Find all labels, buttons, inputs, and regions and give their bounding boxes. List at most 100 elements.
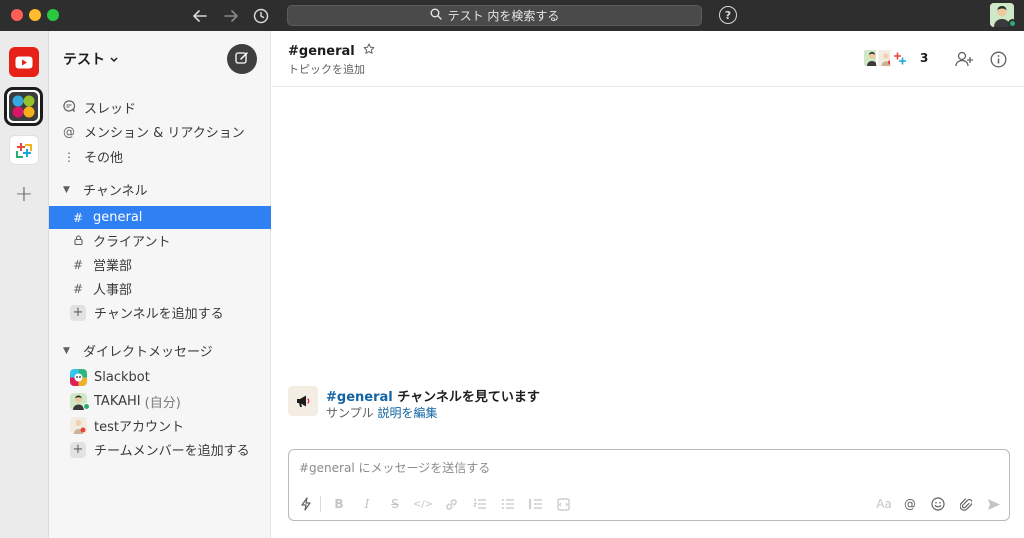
bulleted-list-icon[interactable] bbox=[498, 495, 516, 513]
workspace-youtube-icon[interactable] bbox=[9, 47, 39, 77]
megaphone-icon bbox=[288, 386, 318, 416]
channel-label: クライアント bbox=[93, 235, 171, 250]
channel-description: サンプル bbox=[326, 406, 374, 420]
channel-label: 営業部 bbox=[93, 259, 133, 274]
search-bar[interactable]: テスト 内を検索する bbox=[287, 5, 702, 26]
more-vertical-icon: ⋮ bbox=[63, 149, 75, 164]
mention-at-icon[interactable]: @ bbox=[901, 495, 919, 513]
member-count: 3 bbox=[920, 51, 929, 65]
hash-icon: # bbox=[72, 257, 84, 272]
workspace-third-icon[interactable] bbox=[9, 135, 39, 165]
section-label: チャンネル bbox=[83, 184, 148, 199]
plus-icon: + bbox=[70, 441, 86, 458]
maximize-window-button[interactable] bbox=[47, 9, 59, 21]
sidebar-item-more[interactable]: ⋮ その他 bbox=[49, 145, 271, 168]
message-input[interactable] bbox=[299, 458, 989, 478]
caret-down-icon: ▼ bbox=[63, 184, 70, 195]
code-block-icon[interactable] bbox=[554, 495, 572, 513]
attachment-paperclip-icon[interactable] bbox=[957, 495, 975, 513]
add-member-button[interactable]: + チームメンバーを追加する bbox=[49, 438, 271, 461]
blockquote-icon[interactable] bbox=[526, 495, 544, 513]
shortcuts-lightning-icon[interactable] bbox=[297, 495, 315, 513]
title-bar: テスト 内を検索する ? bbox=[0, 0, 1024, 31]
channels-section-header[interactable]: ▼ チャンネル bbox=[49, 178, 271, 201]
takahi-presence-dot bbox=[83, 403, 90, 410]
italic-icon[interactable]: I bbox=[358, 495, 376, 513]
code-icon[interactable]: </> bbox=[413, 495, 433, 513]
emoji-icon[interactable] bbox=[929, 495, 947, 513]
chevron-down-icon bbox=[110, 51, 118, 67]
sidebar-item-hr[interactable]: # 人事部 bbox=[49, 277, 271, 300]
sidebar-item-general[interactable]: # general bbox=[49, 206, 271, 229]
channel-header: #general トピックを追加 3 bbox=[272, 31, 1024, 87]
channel-intro-subtitle: サンプル 説明を編集 bbox=[326, 404, 437, 421]
sidebar-item-label: その他 bbox=[84, 151, 124, 166]
test-account-avatar bbox=[70, 417, 87, 434]
user-presence-dot bbox=[1008, 19, 1017, 28]
member-avatar bbox=[890, 48, 910, 68]
intro-title-text: チャンネルを見ています bbox=[392, 390, 540, 405]
sidebar-item-slackbot[interactable]: Slackbot bbox=[49, 366, 271, 389]
workspace-name: テスト bbox=[63, 52, 105, 68]
add-channel-button[interactable]: + チャンネルを追加する bbox=[49, 301, 271, 324]
channel-label: general bbox=[93, 210, 143, 225]
channel-topic[interactable]: トピックを追加 bbox=[288, 61, 365, 77]
add-workspace-button[interactable]: + bbox=[9, 179, 39, 209]
workspace-name-menu[interactable]: テスト bbox=[63, 49, 118, 69]
history-clock-icon[interactable] bbox=[250, 5, 272, 27]
caret-down-icon: ▼ bbox=[63, 345, 70, 356]
add-channel-label: チャンネルを追加する bbox=[94, 307, 224, 322]
channel-intro-title: #general チャンネルを見ています bbox=[326, 386, 540, 405]
channel-label: 人事部 bbox=[93, 283, 133, 298]
lock-icon bbox=[71, 234, 85, 248]
bold-icon[interactable]: B bbox=[330, 495, 348, 513]
channel-members-button[interactable]: 3 bbox=[862, 48, 928, 68]
back-arrow-icon[interactable] bbox=[189, 5, 211, 27]
dm-self-suffix: (自分) bbox=[144, 396, 181, 411]
sidebar-item-label: スレッド bbox=[84, 102, 137, 117]
search-icon bbox=[430, 8, 442, 23]
help-button[interactable]: ? bbox=[719, 6, 737, 24]
workspace-test-icon[interactable] bbox=[4, 87, 43, 126]
sidebar-item-test-account[interactable]: testアカウント bbox=[49, 414, 271, 437]
add-person-icon[interactable] bbox=[954, 49, 974, 69]
dm-label: Slackbot bbox=[94, 370, 150, 385]
at-icon: @ bbox=[63, 124, 75, 139]
sidebar-item-mentions[interactable]: @ メンション & リアクション bbox=[49, 120, 271, 143]
plus-icon: + bbox=[70, 304, 86, 321]
workspace-rail: + bbox=[0, 31, 49, 538]
sidebar-item-takahi[interactable]: TAKAHI (自分) bbox=[49, 390, 271, 413]
numbered-list-icon[interactable] bbox=[470, 495, 488, 513]
add-member-label: チームメンバーを追加する bbox=[94, 444, 250, 459]
channel-title[interactable]: #general bbox=[288, 43, 375, 59]
info-icon[interactable] bbox=[988, 49, 1008, 69]
sidebar-item-label: メンション & リアクション bbox=[84, 126, 245, 141]
slackbot-avatar bbox=[70, 369, 87, 386]
compose-pencil-icon bbox=[235, 50, 249, 69]
hash-icon: # bbox=[72, 281, 84, 296]
message-composer: B I S </> Aa @ bbox=[288, 449, 1010, 521]
strikethrough-icon[interactable]: S bbox=[386, 495, 404, 513]
forward-arrow-icon[interactable] bbox=[220, 5, 242, 27]
channel-name: #general bbox=[288, 43, 355, 59]
edit-description-link[interactable]: 説明を編集 bbox=[377, 406, 437, 420]
threads-icon bbox=[62, 100, 76, 115]
sidebar-item-threads[interactable]: スレッド bbox=[49, 96, 271, 119]
toolbar-divider bbox=[320, 496, 321, 512]
dm-section-header[interactable]: ▼ ダイレクトメッセージ bbox=[49, 339, 271, 362]
dm-label: testアカウント bbox=[94, 420, 184, 435]
compose-button[interactable] bbox=[227, 44, 257, 74]
search-placeholder: テスト 内を検索する bbox=[447, 9, 560, 23]
sidebar: テスト スレッド @ メンション & リアクション ⋮ その他 ▼ チャンネル … bbox=[49, 31, 271, 538]
minimize-window-button[interactable] bbox=[29, 9, 41, 21]
sidebar-item-sales[interactable]: # 営業部 bbox=[49, 253, 271, 276]
format-toggle-button[interactable]: Aa bbox=[873, 495, 895, 513]
link-icon[interactable] bbox=[442, 495, 460, 513]
dm-label: TAKAHI bbox=[94, 394, 141, 409]
hash-icon: # bbox=[72, 210, 84, 225]
sidebar-item-client[interactable]: クライアント bbox=[49, 229, 271, 252]
close-window-button[interactable] bbox=[11, 9, 23, 21]
star-icon[interactable] bbox=[363, 43, 375, 59]
send-icon[interactable] bbox=[985, 495, 1003, 513]
channel-link[interactable]: #general bbox=[326, 390, 393, 405]
